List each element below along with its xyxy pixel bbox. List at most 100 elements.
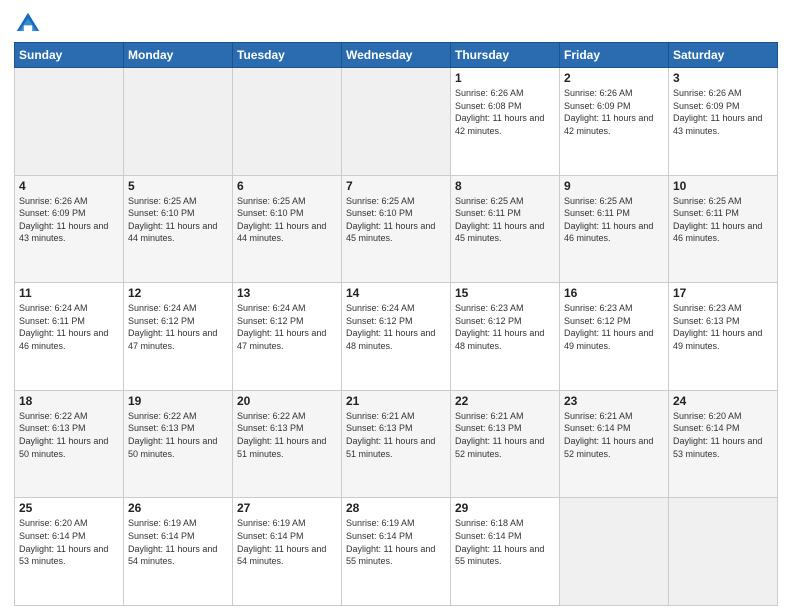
day-number: 20	[237, 394, 337, 408]
day-info: Sunrise: 6:26 AMSunset: 6:08 PMDaylight:…	[455, 87, 555, 137]
day-number: 7	[346, 179, 446, 193]
empty-cell	[560, 498, 669, 606]
day-cell-5: 5Sunrise: 6:25 AMSunset: 6:10 PMDaylight…	[124, 175, 233, 283]
calendar-table: SundayMondayTuesdayWednesdayThursdayFrid…	[14, 42, 778, 606]
calendar-week-1: 1 Sunrise: 6:26 AMSunset: 6:08 PMDaylight…	[15, 68, 778, 176]
day-number: 22	[455, 394, 555, 408]
day-info: Sunrise: 6:22 AMSunset: 6:13 PMDaylight:…	[237, 410, 337, 460]
day-number: 18	[19, 394, 119, 408]
day-number: 19	[128, 394, 228, 408]
empty-cell	[15, 68, 124, 176]
day-info: Sunrise: 6:19 AMSunset: 6:14 PMDaylight:…	[237, 517, 337, 567]
day-number: 14	[346, 286, 446, 300]
day-info: Sunrise: 6:26 AMSunset: 6:09 PMDaylight:…	[673, 87, 773, 137]
day-number: 26	[128, 501, 228, 515]
logo-icon	[14, 10, 42, 38]
day-info: Sunrise: 6:25 AMSunset: 6:11 PMDaylight:…	[673, 195, 773, 245]
day-number: 23	[564, 394, 664, 408]
day-cell-26: 26 Sunrise: 6:19 AMSunset: 6:14 PMDayligh…	[124, 498, 233, 606]
weekday-header-monday: Monday	[124, 43, 233, 68]
weekday-header-thursday: Thursday	[451, 43, 560, 68]
day-info: Sunrise: 6:23 AMSunset: 6:12 PMDaylight:…	[564, 302, 664, 352]
day-number: 3	[673, 71, 773, 85]
day-cell-12: 12 Sunrise: 6:24 AMSunset: 6:12 PMDayligh…	[124, 283, 233, 391]
day-cell-20: 20 Sunrise: 6:22 AMSunset: 6:13 PMDayligh…	[233, 390, 342, 498]
weekday-header-friday: Friday	[560, 43, 669, 68]
day-cell-9: 9 Sunrise: 6:25 AMSunset: 6:11 PMDaylight…	[560, 175, 669, 283]
day-info: Sunrise: 6:22 AMSunset: 6:13 PMDaylight:…	[19, 410, 119, 460]
day-cell-11: 11 Sunrise: 6:24 AMSunset: 6:11 PMDayligh…	[15, 283, 124, 391]
day-number: 13	[237, 286, 337, 300]
day-number: 9	[564, 179, 664, 193]
day-number: 27	[237, 501, 337, 515]
weekday-header-tuesday: Tuesday	[233, 43, 342, 68]
day-info: Sunrise: 6:22 AMSunset: 6:13 PMDaylight:…	[128, 410, 228, 460]
day-number: 12	[128, 286, 228, 300]
day-info: Sunrise: 6:19 AMSunset: 6:14 PMDaylight:…	[128, 517, 228, 567]
day-info: Sunrise: 6:25 AMSunset: 6:10 PMDaylight:…	[237, 195, 337, 245]
day-info: Sunrise: 6:21 AMSunset: 6:14 PMDaylight:…	[564, 410, 664, 460]
day-number: 28	[346, 501, 446, 515]
day-cell-4: 4 Sunrise: 6:26 AMSunset: 6:09 PMDaylight…	[15, 175, 124, 283]
day-cell-27: 27 Sunrise: 6:19 AMSunset: 6:14 PMDayligh…	[233, 498, 342, 606]
day-number: 11	[19, 286, 119, 300]
weekday-header-saturday: Saturday	[669, 43, 778, 68]
day-cell-19: 19 Sunrise: 6:22 AMSunset: 6:13 PMDayligh…	[124, 390, 233, 498]
day-info: Sunrise: 6:26 AMSunset: 6:09 PMDaylight:…	[19, 195, 119, 245]
day-info: Sunrise: 6:23 AMSunset: 6:13 PMDaylight:…	[673, 302, 773, 352]
day-number: 8	[455, 179, 555, 193]
day-number: 15	[455, 286, 555, 300]
day-info: Sunrise: 6:19 AMSunset: 6:14 PMDaylight:…	[346, 517, 446, 567]
day-number: 6	[237, 179, 337, 193]
day-cell-13: 13 Sunrise: 6:24 AMSunset: 6:12 PMDayligh…	[233, 283, 342, 391]
weekday-header-wednesday: Wednesday	[342, 43, 451, 68]
empty-cell	[124, 68, 233, 176]
day-cell-17: 17 Sunrise: 6:23 AMSunset: 6:13 PMDayligh…	[669, 283, 778, 391]
day-number: 4	[19, 179, 119, 193]
day-number: 21	[346, 394, 446, 408]
day-info: Sunrise: 6:20 AMSunset: 6:14 PMDaylight:…	[673, 410, 773, 460]
day-info: Sunrise: 6:25 AMSunset: 6:11 PMDaylight:…	[564, 195, 664, 245]
day-info: Sunrise: 6:24 AMSunset: 6:12 PMDaylight:…	[237, 302, 337, 352]
day-info: Sunrise: 6:25 AMSunset: 6:11 PMDaylight:…	[455, 195, 555, 245]
calendar-week-3: 11 Sunrise: 6:24 AMSunset: 6:11 PMDayligh…	[15, 283, 778, 391]
day-cell-22: 22Sunrise: 6:21 AMSunset: 6:13 PMDayligh…	[451, 390, 560, 498]
calendar-week-2: 4 Sunrise: 6:26 AMSunset: 6:09 PMDaylight…	[15, 175, 778, 283]
day-cell-3: 3 Sunrise: 6:26 AMSunset: 6:09 PMDaylight…	[669, 68, 778, 176]
day-cell-16: 16 Sunrise: 6:23 AMSunset: 6:12 PMDayligh…	[560, 283, 669, 391]
day-cell-23: 23 Sunrise: 6:21 AMSunset: 6:14 PMDayligh…	[560, 390, 669, 498]
day-info: Sunrise: 6:20 AMSunset: 6:14 PMDaylight:…	[19, 517, 119, 567]
day-cell-2: 2 Sunrise: 6:26 AMSunset: 6:09 PMDaylight…	[560, 68, 669, 176]
day-number: 29	[455, 501, 555, 515]
empty-cell	[233, 68, 342, 176]
day-cell-29: 29Sunrise: 6:18 AMSunset: 6:14 PMDayligh…	[451, 498, 560, 606]
calendar-week-4: 18 Sunrise: 6:22 AMSunset: 6:13 PMDayligh…	[15, 390, 778, 498]
day-cell-8: 8 Sunrise: 6:25 AMSunset: 6:11 PMDaylight…	[451, 175, 560, 283]
day-info: Sunrise: 6:24 AMSunset: 6:11 PMDaylight:…	[19, 302, 119, 352]
day-cell-21: 21 Sunrise: 6:21 AMSunset: 6:13 PMDayligh…	[342, 390, 451, 498]
day-number: 1	[455, 71, 555, 85]
day-cell-18: 18 Sunrise: 6:22 AMSunset: 6:13 PMDayligh…	[15, 390, 124, 498]
day-info: Sunrise: 6:24 AMSunset: 6:12 PMDaylight:…	[128, 302, 228, 352]
day-info: Sunrise: 6:25 AMSunset: 6:10 PMDaylight:…	[346, 195, 446, 245]
logo	[14, 10, 46, 38]
day-number: 25	[19, 501, 119, 515]
weekday-header-sunday: Sunday	[15, 43, 124, 68]
day-number: 2	[564, 71, 664, 85]
day-number: 5	[128, 179, 228, 193]
day-cell-24: 24Sunrise: 6:20 AMSunset: 6:14 PMDayligh…	[669, 390, 778, 498]
day-number: 16	[564, 286, 664, 300]
day-cell-6: 6 Sunrise: 6:25 AMSunset: 6:10 PMDaylight…	[233, 175, 342, 283]
header	[14, 10, 778, 38]
day-number: 17	[673, 286, 773, 300]
day-cell-14: 14Sunrise: 6:24 AMSunset: 6:12 PMDayligh…	[342, 283, 451, 391]
empty-cell	[342, 68, 451, 176]
day-info: Sunrise: 6:23 AMSunset: 6:12 PMDaylight:…	[455, 302, 555, 352]
day-info: Sunrise: 6:26 AMSunset: 6:09 PMDaylight:…	[564, 87, 664, 137]
day-cell-25: 25 Sunrise: 6:20 AMSunset: 6:14 PMDayligh…	[15, 498, 124, 606]
empty-cell	[669, 498, 778, 606]
day-cell-1: 1 Sunrise: 6:26 AMSunset: 6:08 PMDaylight…	[451, 68, 560, 176]
day-cell-10: 10Sunrise: 6:25 AMSunset: 6:11 PMDayligh…	[669, 175, 778, 283]
day-info: Sunrise: 6:21 AMSunset: 6:13 PMDaylight:…	[346, 410, 446, 460]
weekday-header-row: SundayMondayTuesdayWednesdayThursdayFrid…	[15, 43, 778, 68]
